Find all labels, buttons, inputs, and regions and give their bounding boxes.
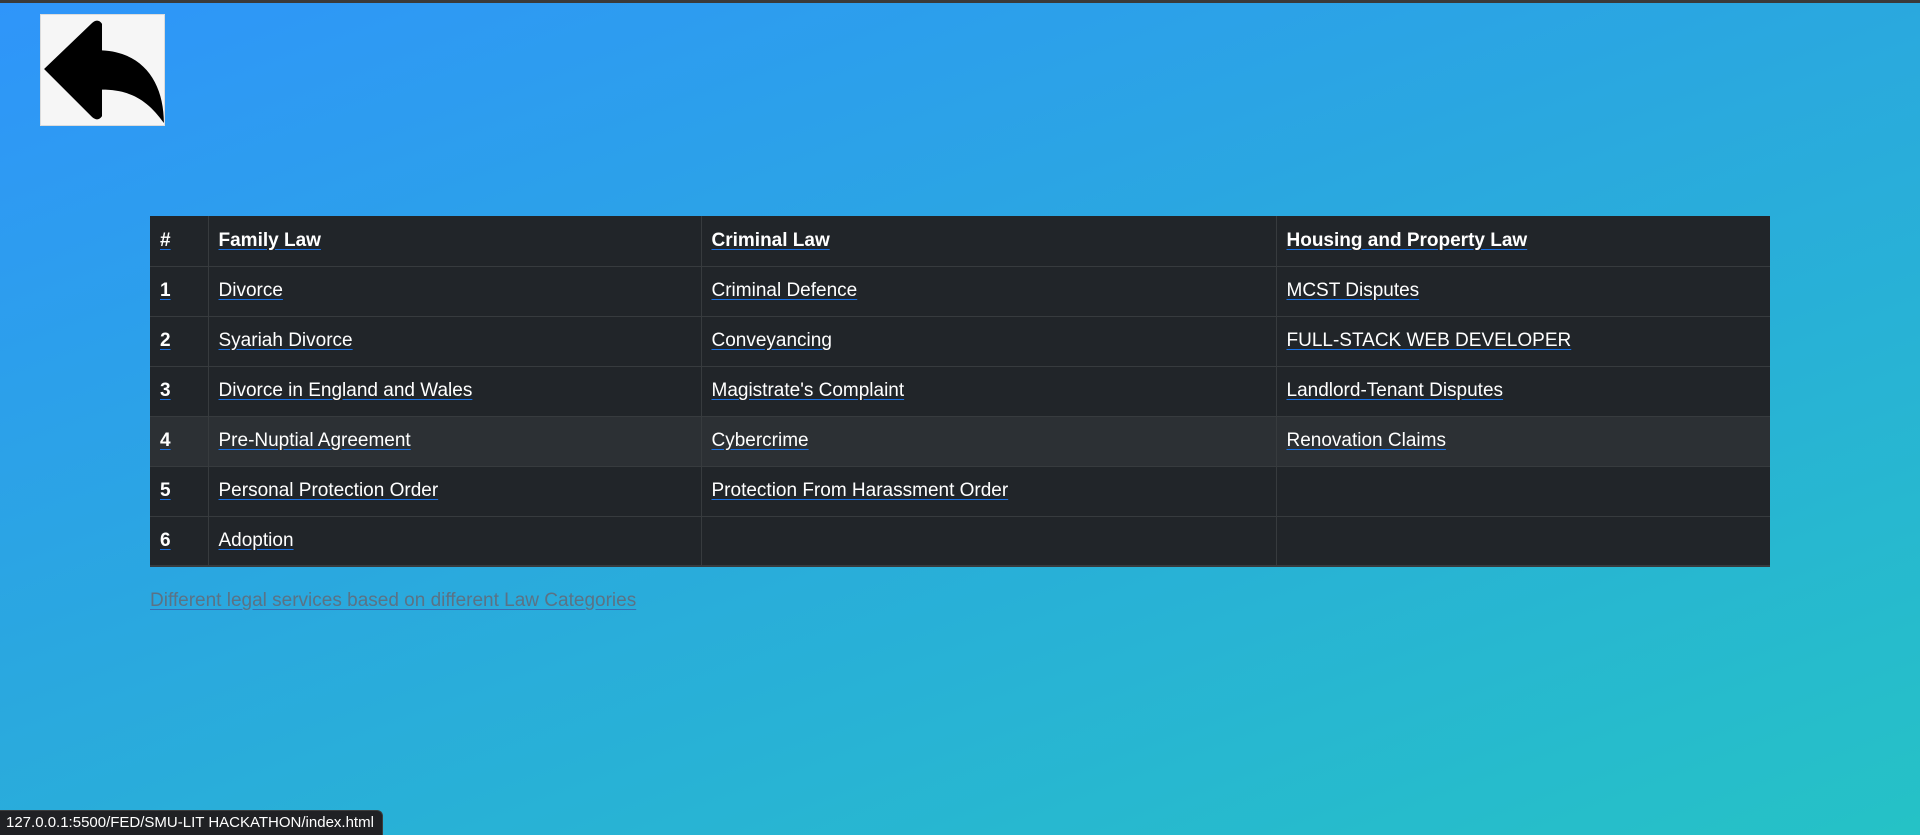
- header-criminal-law: Criminal Law: [700, 216, 1276, 266]
- criminal-law-cell: Criminal Defence: [700, 265, 1276, 316]
- family-law-link[interactable]: Pre-Nuptial Agreement: [219, 430, 411, 451]
- housing-law-cell: MCST Disputes: [1275, 265, 1770, 316]
- criminal-law-cell: Magistrate's Complaint: [700, 365, 1276, 416]
- table-row: 6 Adoption: [150, 515, 1770, 566]
- law-categories-table: # Family Law Criminal Law Housing and Pr…: [150, 216, 1770, 567]
- table-caption-link[interactable]: Different legal services based on differ…: [150, 590, 636, 612]
- row-number: 6: [150, 515, 208, 566]
- header-family-law: Family Law: [207, 216, 701, 266]
- family-law-link[interactable]: Divorce in England and Wales: [219, 380, 473, 401]
- criminal-law-link[interactable]: Conveyancing: [712, 330, 832, 351]
- family-law-cell: Pre-Nuptial Agreement: [207, 415, 701, 466]
- row-number-link[interactable]: 1: [160, 280, 171, 301]
- family-law-cell: Personal Protection Order: [207, 465, 701, 516]
- row-number-link[interactable]: 6: [160, 530, 171, 551]
- header-criminal-law-link[interactable]: Criminal Law: [712, 230, 830, 251]
- row-number-link[interactable]: 2: [160, 330, 171, 351]
- back-button[interactable]: [40, 14, 165, 126]
- header-housing-law: Housing and Property Law: [1275, 216, 1770, 266]
- browser-status-bar: 127.0.0.1:5500/FED/SMU-LIT HACKATHON/ind…: [0, 810, 383, 835]
- header-housing-law-link[interactable]: Housing and Property Law: [1287, 230, 1528, 251]
- family-law-link[interactable]: Divorce: [219, 280, 283, 301]
- housing-law-cell: FULL-STACK WEB DEVELOPER: [1275, 315, 1770, 366]
- housing-law-cell: [1275, 515, 1770, 566]
- criminal-law-cell: Protection From Harassment Order: [700, 465, 1276, 516]
- housing-law-cell: [1275, 465, 1770, 516]
- criminal-law-cell: Conveyancing: [700, 315, 1276, 366]
- housing-law-cell: Renovation Claims: [1275, 415, 1770, 466]
- header-number: #: [150, 216, 208, 266]
- table-header-row: # Family Law Criminal Law Housing and Pr…: [150, 216, 1770, 266]
- housing-law-link[interactable]: MCST Disputes: [1287, 280, 1420, 301]
- table-row: 1 Divorce Criminal Defence MCST Disputes: [150, 265, 1770, 316]
- family-law-link[interactable]: Personal Protection Order: [219, 480, 439, 501]
- browser-top-edge: [0, 0, 1920, 3]
- criminal-law-link[interactable]: Protection From Harassment Order: [712, 480, 1009, 501]
- housing-law-link[interactable]: Renovation Claims: [1287, 430, 1446, 451]
- family-law-cell: Syariah Divorce: [207, 315, 701, 366]
- table-row: 5 Personal Protection Order Protection F…: [150, 465, 1770, 516]
- criminal-law-cell: Cybercrime: [700, 415, 1276, 466]
- row-number: 2: [150, 315, 208, 366]
- row-number: 5: [150, 465, 208, 516]
- family-law-link[interactable]: Syariah Divorce: [219, 330, 353, 351]
- row-number-link[interactable]: 5: [160, 480, 171, 501]
- criminal-law-link[interactable]: Criminal Defence: [712, 280, 858, 301]
- housing-law-link[interactable]: Landlord-Tenant Disputes: [1287, 380, 1504, 401]
- row-number-link[interactable]: 4: [160, 430, 171, 451]
- criminal-law-link[interactable]: Magistrate's Complaint: [712, 380, 905, 401]
- housing-law-link[interactable]: FULL-STACK WEB DEVELOPER: [1287, 330, 1572, 351]
- row-number-link[interactable]: 3: [160, 380, 171, 401]
- family-law-link[interactable]: Adoption: [219, 530, 294, 551]
- criminal-law-cell: [700, 515, 1276, 566]
- row-number: 1: [150, 265, 208, 316]
- table-row: 3 Divorce in England and Wales Magistrat…: [150, 365, 1770, 416]
- row-number: 4: [150, 415, 208, 466]
- header-number-link[interactable]: #: [160, 230, 171, 251]
- family-law-cell: Divorce in England and Wales: [207, 365, 701, 416]
- reply-arrow-icon: [44, 20, 164, 124]
- family-law-cell: Adoption: [207, 515, 701, 566]
- table-row: 4 Pre-Nuptial Agreement Cybercrime Renov…: [150, 415, 1770, 466]
- family-law-cell: Divorce: [207, 265, 701, 316]
- housing-law-cell: Landlord-Tenant Disputes: [1275, 365, 1770, 416]
- criminal-law-link[interactable]: Cybercrime: [712, 430, 809, 451]
- header-family-law-link[interactable]: Family Law: [219, 230, 321, 251]
- row-number: 3: [150, 365, 208, 416]
- table-row: 2 Syariah Divorce Conveyancing FULL-STAC…: [150, 315, 1770, 366]
